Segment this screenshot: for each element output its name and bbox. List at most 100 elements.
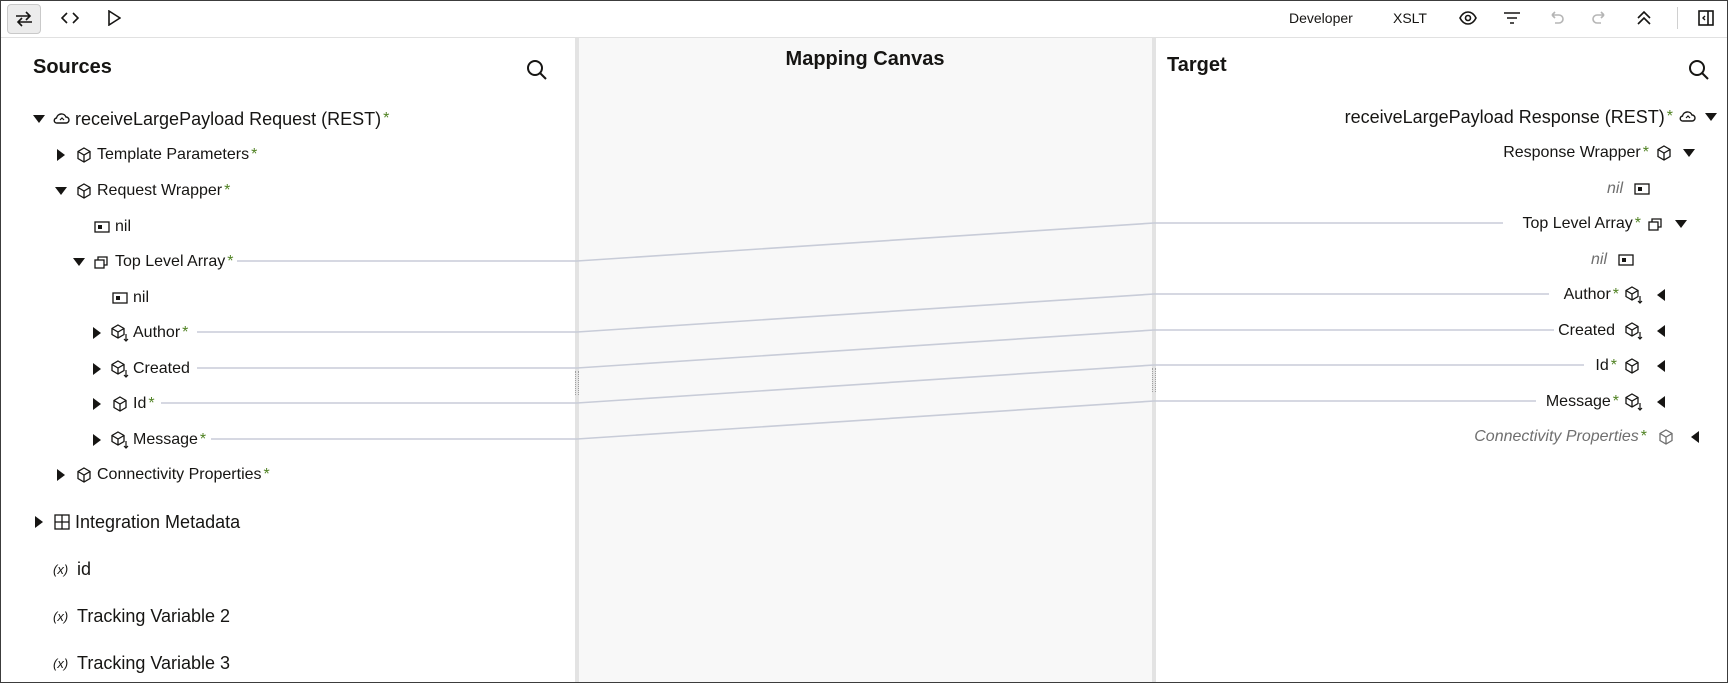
- cube-icon: [1623, 357, 1641, 375]
- target-root-row[interactable]: receiveLargePayload Response (REST) *: [1345, 104, 1719, 130]
- target-response-wrapper-row[interactable]: Response Wrapper *: [1503, 140, 1697, 166]
- cube-optional-icon: [1625, 393, 1643, 411]
- mapping-line-message: [211, 400, 1536, 440]
- required-star: *: [251, 146, 258, 163]
- caret-right-icon[interactable]: [53, 147, 69, 163]
- required-star: *: [1634, 215, 1641, 232]
- caret-left-icon[interactable]: [1653, 358, 1669, 374]
- source-root-row[interactable]: receiveLargePayload Request (REST) *: [31, 106, 389, 132]
- caret-down-icon[interactable]: [53, 183, 69, 199]
- cube-icon: [75, 146, 93, 164]
- created-label: Created: [1558, 322, 1615, 339]
- nil-label: nil: [1606, 180, 1623, 197]
- target-message-row[interactable]: Message *: [1546, 389, 1669, 415]
- cube-optional-icon: [111, 360, 129, 378]
- metadata-grid-icon: [53, 513, 71, 531]
- source-tracking-var-2-row[interactable]: (x) Tracking Variable 2: [53, 603, 230, 629]
- attribute-icon: [1617, 251, 1635, 269]
- mapper-window: Developer XSLT Sources receiveLargePaylo…: [0, 0, 1728, 683]
- array-icon: [93, 253, 111, 271]
- source-template-parameters-row[interactable]: Template Parameters *: [53, 142, 257, 168]
- connectivity-properties-label: Connectivity Properties: [1474, 428, 1639, 445]
- target-top-level-array-row[interactable]: Top Level Array *: [1522, 211, 1689, 237]
- array-icon: [1647, 215, 1665, 233]
- source-var-id-row[interactable]: (x) id: [53, 556, 91, 582]
- cube-optional-icon: [111, 324, 129, 342]
- target-connectivity-properties-row[interactable]: Connectivity Properties *: [1474, 424, 1703, 450]
- sources-search-icon[interactable]: [525, 58, 549, 82]
- source-nil-row[interactable]: nil: [111, 285, 149, 311]
- required-star: *: [1640, 428, 1647, 445]
- attribute-icon: [93, 218, 111, 236]
- message-label: Message: [1545, 393, 1611, 410]
- message-label: Message: [133, 431, 198, 448]
- required-star: *: [182, 324, 189, 341]
- mapping-line-created: [197, 329, 1554, 369]
- caret-right-icon[interactable]: [53, 467, 69, 483]
- caret-down-icon[interactable]: [31, 111, 47, 127]
- caret-left-icon[interactable]: [1653, 394, 1669, 410]
- cube-icon: [111, 395, 129, 413]
- required-star: *: [1612, 286, 1619, 303]
- cube-optional-icon: [1625, 286, 1643, 304]
- caret-right-icon[interactable]: [89, 396, 105, 412]
- mapping-line-top-level-array: [237, 222, 1503, 262]
- required-star: *: [199, 431, 207, 448]
- nil-label: nil: [115, 218, 132, 235]
- target-nil-row[interactable]: nil: [1591, 247, 1635, 273]
- cube-icon: [75, 182, 93, 200]
- caret-down-icon[interactable]: [1673, 216, 1689, 232]
- target-title: Target: [1167, 54, 1227, 76]
- caret-down-icon[interactable]: [1681, 145, 1697, 161]
- variable-icon: (x): [53, 655, 69, 671]
- caret-right-icon[interactable]: [89, 432, 105, 448]
- mapping-line-author: [197, 293, 1549, 333]
- source-top-level-array-row[interactable]: Top Level Array *: [71, 249, 234, 275]
- cube-optional-icon: [111, 431, 129, 449]
- source-request-wrapper-row[interactable]: Request Wrapper *: [53, 178, 230, 204]
- top-level-array-label: Top Level Array: [1522, 215, 1633, 232]
- source-root-label: receiveLargePayload Request (REST): [75, 108, 382, 129]
- caret-left-icon[interactable]: [1687, 429, 1703, 445]
- source-author-row[interactable]: Author *: [89, 320, 188, 346]
- template-parameters-label: Template Parameters: [97, 146, 250, 163]
- mapping-canvas-title: Mapping Canvas: [785, 48, 945, 70]
- caret-right-icon[interactable]: [89, 361, 105, 377]
- source-message-row[interactable]: Message *: [89, 427, 206, 453]
- top-level-array-label: Top Level Array: [115, 253, 226, 270]
- required-star: *: [263, 466, 270, 483]
- sources-title: Sources: [33, 56, 112, 78]
- target-created-row[interactable]: Created: [1558, 318, 1669, 344]
- tracking-variable-2-label: Tracking Variable 2: [77, 605, 231, 626]
- source-id-row[interactable]: Id *: [89, 391, 155, 417]
- caret-left-icon[interactable]: [1653, 287, 1669, 303]
- caret-right-icon[interactable]: [31, 514, 47, 530]
- source-integration-metadata-row[interactable]: Integration Metadata: [31, 509, 240, 535]
- required-star: *: [1666, 108, 1673, 125]
- target-nil-row[interactable]: nil: [1607, 176, 1651, 202]
- source-tracking-var-3-row[interactable]: (x) Tracking Variable 3: [53, 650, 230, 676]
- caret-right-icon[interactable]: [89, 325, 105, 341]
- id-label: Id: [1595, 357, 1609, 374]
- response-wrapper-label: Response Wrapper: [1503, 144, 1641, 161]
- id-label: Id: [133, 395, 147, 412]
- mapping-line-id: [161, 364, 1584, 404]
- caret-left-icon[interactable]: [1653, 323, 1669, 339]
- rest-cloud-icon: [1679, 108, 1697, 126]
- cube-icon: [75, 466, 93, 484]
- caret-down-icon[interactable]: [71, 254, 87, 270]
- target-author-row[interactable]: Author *: [1564, 282, 1669, 308]
- target-search-icon[interactable]: [1687, 58, 1711, 82]
- target-id-row[interactable]: Id *: [1595, 353, 1669, 379]
- variable-icon: (x): [53, 608, 69, 624]
- source-connectivity-properties-row[interactable]: Connectivity Properties *: [53, 462, 270, 488]
- source-nil-row[interactable]: nil: [93, 214, 131, 240]
- source-created-row[interactable]: Created: [89, 356, 190, 382]
- required-star: *: [224, 182, 231, 199]
- required-star: *: [1610, 357, 1617, 374]
- created-label: Created: [133, 360, 190, 377]
- cube-icon: [1655, 144, 1673, 162]
- integration-metadata-label: Integration Metadata: [75, 511, 241, 532]
- caret-down-icon[interactable]: [1703, 109, 1719, 125]
- author-label: Author: [1563, 286, 1611, 303]
